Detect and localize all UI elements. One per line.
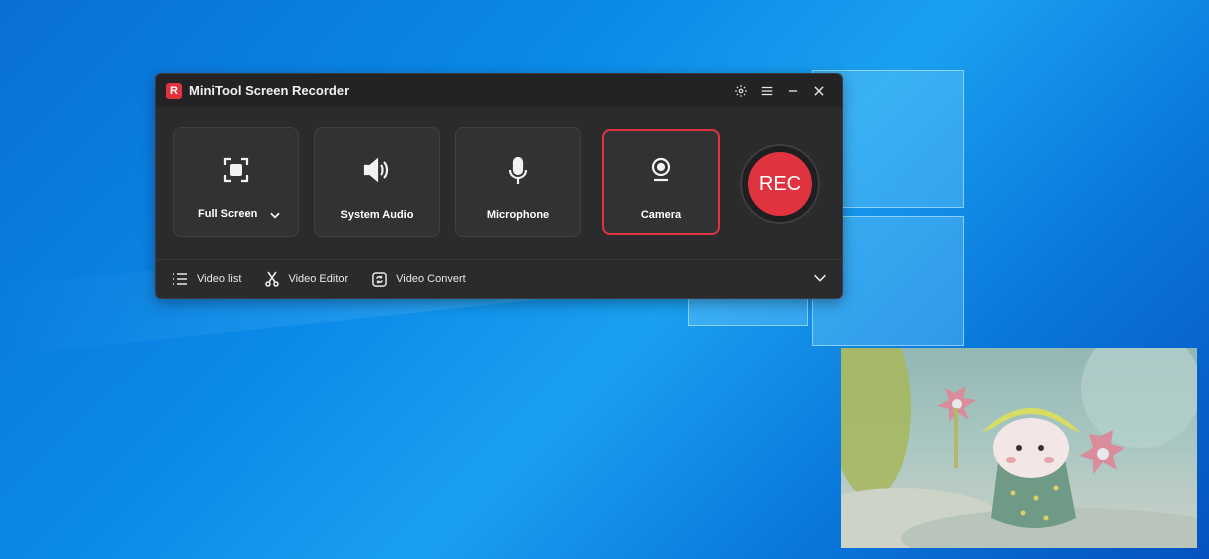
recorder-window: R MiniTool Screen Recorder Full Screen S…	[155, 73, 843, 299]
camera-icon	[604, 156, 718, 186]
window-title: MiniTool Screen Recorder	[189, 83, 350, 98]
title-bar[interactable]: R MiniTool Screen Recorder	[156, 74, 842, 107]
convert-icon	[372, 271, 387, 287]
bottom-toolbar: Video list Video Editor Video Convert	[156, 259, 842, 298]
video-convert-button[interactable]: Video Convert	[372, 271, 466, 287]
minimize-icon[interactable]	[780, 78, 806, 104]
expand-chevron-down-icon[interactable]	[812, 270, 828, 289]
camera-label: Camera	[640, 209, 682, 221]
settings-icon[interactable]	[728, 78, 754, 104]
full-screen-icon	[174, 156, 298, 184]
recording-modes: Full Screen System Audio Microphone Came…	[156, 107, 842, 261]
video-list-label: Video list	[197, 273, 242, 285]
video-editor-button[interactable]: Video Editor	[265, 271, 348, 287]
microphone-label: Microphone	[486, 209, 550, 221]
full-screen-mode-button[interactable]: Full Screen	[173, 127, 299, 237]
pinwheel-left	[937, 386, 976, 468]
scissors-icon	[265, 271, 280, 287]
close-icon[interactable]	[806, 78, 832, 104]
app-logo-icon: R	[166, 82, 182, 99]
rec-button-ring: REC	[740, 144, 820, 224]
video-convert-label: Video Convert	[396, 273, 466, 285]
video-editor-label: Video Editor	[288, 273, 349, 285]
system-audio-label: System Audio	[340, 209, 414, 221]
camera-feed-image	[841, 348, 1197, 548]
speaker-icon	[315, 156, 439, 184]
rec-button[interactable]: REC	[748, 152, 812, 216]
system-audio-button[interactable]: System Audio	[314, 127, 440, 237]
camera-preview[interactable]	[841, 348, 1197, 548]
microphone-icon	[456, 156, 580, 186]
video-list-button[interactable]: Video list	[172, 272, 241, 286]
chevron-down-icon[interactable]	[268, 208, 282, 227]
list-icon	[173, 273, 187, 285]
microphone-button[interactable]: Microphone	[455, 127, 581, 237]
full-screen-label: Full Screen	[198, 208, 258, 220]
menu-icon[interactable]	[754, 78, 780, 104]
toy-figure	[981, 408, 1081, 528]
camera-button[interactable]: Camera	[602, 129, 720, 235]
